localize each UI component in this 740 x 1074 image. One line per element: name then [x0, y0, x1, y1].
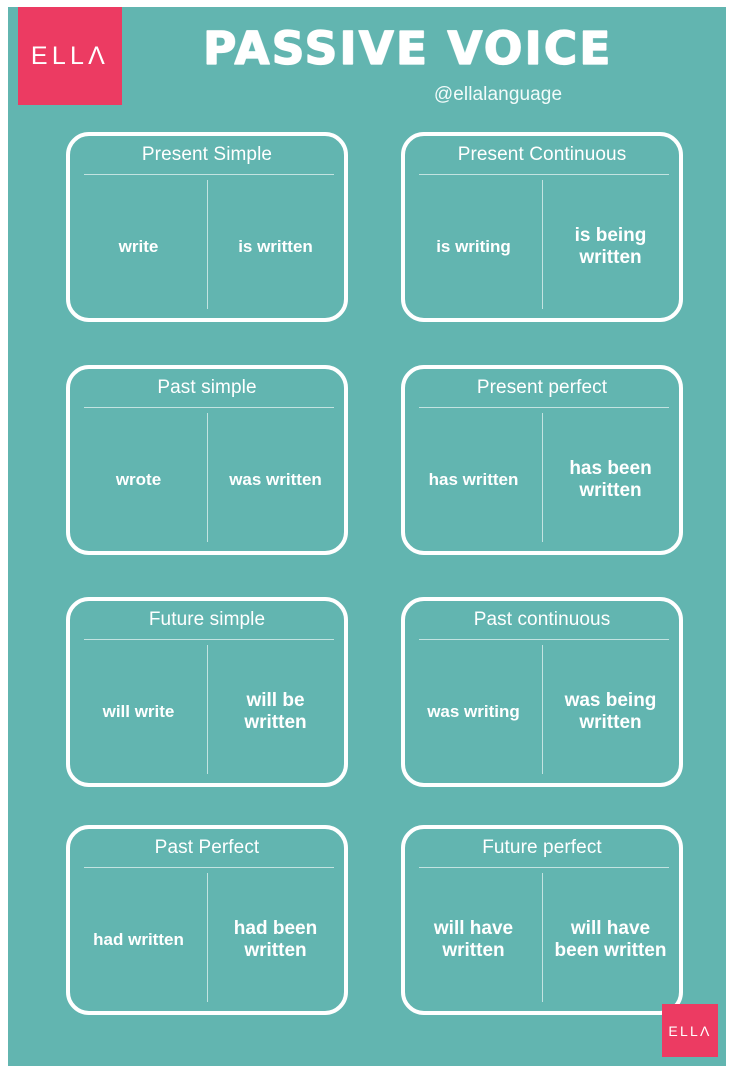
passive-voice-cell: was being written	[564, 689, 657, 733]
passive-voice-cell: had been written	[233, 917, 318, 961]
tense-card-body: will write will be written	[70, 641, 344, 783]
card-horizontal-divider	[84, 174, 334, 175]
tense-card-body: wrote was written	[70, 409, 344, 551]
card-horizontal-divider	[84, 639, 334, 640]
tense-card-title: Present Continuous	[457, 144, 627, 165]
tense-card-title: Future perfect	[482, 837, 602, 858]
tense-card-title: Present Simple	[141, 144, 273, 165]
ella-logo-bottom: ELLΛ	[662, 1004, 718, 1057]
active-voice-cell: had written	[93, 930, 184, 950]
ella-logo-bottom-text: ELLΛ	[668, 1024, 711, 1038]
active-voice-cell: has written	[428, 470, 519, 490]
card-horizontal-divider	[84, 867, 334, 868]
ella-logo-top-prefix: ELL	[30, 41, 89, 70]
active-voice-cell: will have written	[433, 917, 514, 961]
card-horizontal-divider	[419, 639, 669, 640]
tense-card: Past Perfect had written had been written	[66, 825, 348, 1015]
poster-panel: ELLΛ PASSIVE VOICE @ellalanguage Present…	[8, 7, 726, 1066]
tense-card: Past continuous was writing was being wri…	[401, 597, 683, 787]
passive-voice-cell: has been written	[569, 457, 652, 501]
tense-card-title: Future simple	[148, 609, 266, 630]
tense-card-body: had written had been written	[70, 869, 344, 1011]
tense-card: Present Continuous is writing is being wr…	[401, 132, 683, 322]
tense-card: Future perfect will have written will hav…	[401, 825, 683, 1015]
active-voice-cell: is writing	[436, 237, 511, 257]
ella-logo-top-text: ELLΛ	[30, 41, 110, 70]
passive-voice-cell: will be written	[244, 689, 307, 733]
tense-card-grid: Present Simple write is written Present …	[8, 119, 726, 1066]
active-voice-cell: was writing	[427, 702, 520, 722]
tense-card: Future simple will write will be written	[66, 597, 348, 787]
ella-logo-bottom-prefix: ELL	[668, 1022, 701, 1039]
tense-card-title: Past continuous	[473, 609, 611, 630]
tense-card-body: write is written	[70, 176, 344, 318]
tense-card-body: has written has been written	[405, 409, 679, 551]
tense-card: Present Simple write is written	[66, 132, 348, 322]
active-voice-cell: will write	[102, 702, 175, 722]
tense-card-title: Past Perfect	[154, 837, 260, 858]
ella-logo-bottom-chevron-icon: Λ	[700, 1022, 712, 1039]
active-voice-cell: wrote	[115, 470, 162, 490]
title-block: PASSIVE VOICE @ellalanguage	[128, 7, 726, 119]
card-horizontal-divider	[419, 407, 669, 408]
tense-card-title: Present perfect	[476, 377, 608, 398]
passive-voice-cell: is being written	[574, 224, 647, 268]
card-horizontal-divider	[84, 407, 334, 408]
tense-card-title: Past simple	[157, 377, 257, 398]
poster-header: ELLΛ PASSIVE VOICE @ellalanguage	[8, 7, 726, 119]
tense-card-body: was writing was being written	[405, 641, 679, 783]
tense-card-body: is writing is being written	[405, 176, 679, 318]
passive-voice-cell: is written	[238, 237, 313, 257]
social-handle: @ellalanguage	[433, 84, 563, 105]
tense-card-body: will have written will have been written	[405, 869, 679, 1011]
passive-voice-cell: was written	[229, 470, 322, 490]
ella-logo-top: ELLΛ	[18, 7, 122, 105]
page-title: PASSIVE VOICE	[203, 22, 613, 75]
active-voice-cell: write	[118, 237, 159, 257]
poster-root: ELLΛ PASSIVE VOICE @ellalanguage Present…	[0, 0, 740, 1074]
card-horizontal-divider	[419, 174, 669, 175]
card-horizontal-divider	[419, 867, 669, 868]
passive-voice-cell: will have been written	[554, 917, 667, 961]
tense-card: Past simple wrote was written	[66, 365, 348, 555]
tense-card: Present perfect has written has been writ…	[401, 365, 683, 555]
ella-logo-top-chevron-icon: Λ	[88, 41, 110, 70]
